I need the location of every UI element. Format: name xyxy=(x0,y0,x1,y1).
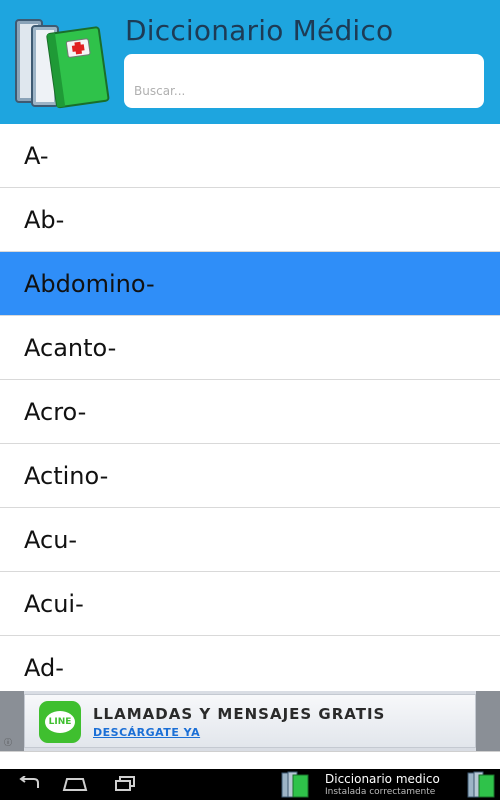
recent-apps-icon xyxy=(115,776,135,791)
ad-cta-link[interactable]: DESCÁRGATE YA xyxy=(93,726,200,739)
back-button[interactable] xyxy=(14,773,44,795)
app-title: Diccionario Médico xyxy=(125,14,394,47)
ad-right-edge xyxy=(476,691,500,751)
recent-apps-button[interactable] xyxy=(110,773,140,795)
list-item[interactable]: Acanto- xyxy=(0,316,500,380)
ad-content[interactable]: LINE LLAMADAS Y MENSAJES GRATIS DESCÁRGA… xyxy=(24,694,476,748)
app-status-icon xyxy=(467,771,495,798)
system-nav-bar: Diccionario medico Instalada correctamen… xyxy=(0,769,500,800)
separator-strip xyxy=(0,751,500,770)
back-icon xyxy=(19,776,39,788)
search-input[interactable] xyxy=(132,83,480,99)
list-item[interactable]: A- xyxy=(0,124,500,188)
list-item[interactable]: Abdomino- xyxy=(0,252,500,316)
list-item[interactable]: Acro- xyxy=(0,380,500,444)
list-item[interactable]: Ad- xyxy=(0,636,500,691)
ad-info-icon[interactable]: ⓘ xyxy=(4,737,12,748)
home-icon xyxy=(62,778,88,791)
notification[interactable]: Diccionario medico Instalada correctamen… xyxy=(325,772,440,797)
dictionary-books-icon xyxy=(15,19,110,109)
app-header: Diccionario Médico xyxy=(0,0,500,124)
ad-banner[interactable]: ⓘ LINE LLAMADAS Y MENSAJES GRATIS DESCÁR… xyxy=(0,691,500,751)
list-item[interactable]: Ab- xyxy=(0,188,500,252)
search-box[interactable] xyxy=(124,54,484,108)
notification-subtitle: Instalada correctamente xyxy=(325,787,436,797)
ad-title: LLAMADAS Y MENSAJES GRATIS xyxy=(93,705,386,723)
list-item[interactable]: Actino- xyxy=(0,444,500,508)
list-item[interactable]: Acu- xyxy=(0,508,500,572)
terms-list[interactable]: A- Ab- Abdomino- Acanto- Acro- Actino- Acu- Acu… xyxy=(0,124,500,691)
line-app-icon: LINE xyxy=(39,701,81,743)
app-notification-icon[interactable] xyxy=(280,770,310,799)
home-button[interactable] xyxy=(60,773,90,795)
list-item[interactable]: Acui- xyxy=(0,572,500,636)
line-logo-text: LINE xyxy=(45,711,75,733)
notification-title: Diccionario medico xyxy=(325,772,440,786)
